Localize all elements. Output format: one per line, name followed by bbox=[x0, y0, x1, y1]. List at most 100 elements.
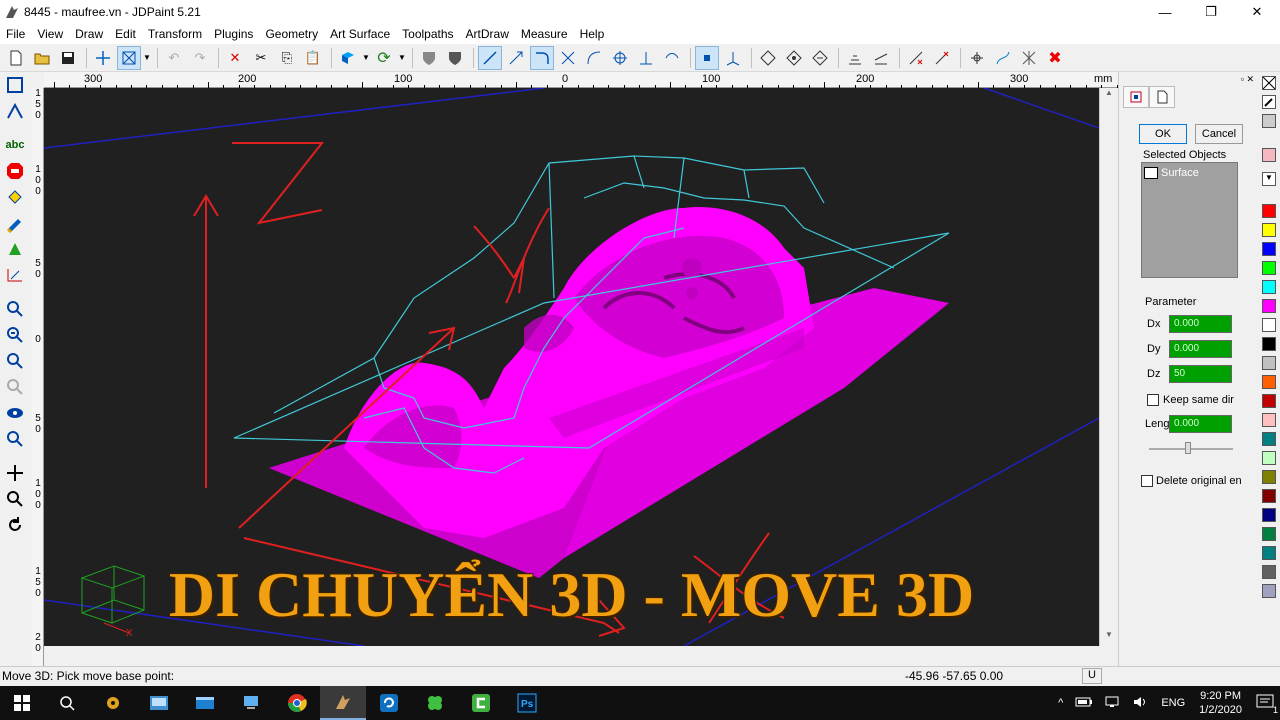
save-icon[interactable] bbox=[56, 46, 80, 70]
curve-edit-icon[interactable] bbox=[991, 46, 1015, 70]
menu-file[interactable]: File bbox=[0, 24, 31, 44]
color-swatch[interactable] bbox=[1262, 584, 1276, 598]
list-item[interactable]: Surface bbox=[1142, 163, 1237, 183]
delete-icon[interactable]: ✕ bbox=[223, 46, 247, 70]
view-eye-icon[interactable] bbox=[1, 400, 29, 426]
network-icon[interactable] bbox=[1105, 696, 1121, 711]
color-swatch[interactable] bbox=[1262, 451, 1276, 465]
menu-view[interactable]: View bbox=[31, 24, 69, 44]
volume-icon[interactable] bbox=[1133, 696, 1149, 711]
zoom-out-icon[interactable] bbox=[1, 348, 29, 374]
color-swatch[interactable] bbox=[1262, 299, 1276, 313]
color-swatch[interactable] bbox=[1262, 413, 1276, 427]
color-swatch[interactable] bbox=[1262, 432, 1276, 446]
tangent-icon[interactable] bbox=[660, 46, 684, 70]
selected-objects-list[interactable]: Surface bbox=[1141, 162, 1238, 278]
3d-viewport[interactable]: X DI CHUYỂN 3D - MOVE 3D bbox=[44, 88, 1099, 646]
color-swatch[interactable] bbox=[1262, 527, 1276, 541]
menu-measure[interactable]: Measure bbox=[515, 24, 574, 44]
photoshop-icon[interactable]: Ps bbox=[504, 686, 550, 720]
file-explorer-icon[interactable] bbox=[136, 686, 182, 720]
color-swatch[interactable] bbox=[1262, 261, 1276, 275]
color-swatch[interactable] bbox=[1262, 148, 1276, 162]
horizontal-scrollbar[interactable] bbox=[44, 646, 1117, 666]
brush-icon[interactable] bbox=[1, 210, 29, 236]
length-input[interactable]: 0.000 bbox=[1169, 415, 1232, 433]
windows-start-icon[interactable] bbox=[0, 686, 44, 720]
dz-input[interactable]: 50 bbox=[1169, 365, 1232, 383]
color-swatch[interactable] bbox=[1262, 318, 1276, 332]
menu-transform[interactable]: Transform bbox=[142, 24, 208, 44]
zoom-in-icon[interactable] bbox=[1, 322, 29, 348]
color-swatch[interactable] bbox=[1262, 375, 1276, 389]
zoom-window-icon[interactable] bbox=[1, 296, 29, 322]
taskbar-clock[interactable]: 9:20 PM 1/2/2020 bbox=[1199, 689, 1242, 717]
axis-icon[interactable] bbox=[721, 46, 745, 70]
undo-icon[interactable]: ↶ bbox=[162, 46, 186, 70]
extend-icon[interactable] bbox=[504, 46, 528, 70]
align-icon[interactable] bbox=[843, 46, 867, 70]
join-icon[interactable] bbox=[930, 46, 954, 70]
settings-gear-icon[interactable] bbox=[90, 686, 136, 720]
pan-icon[interactable] bbox=[1, 460, 29, 486]
trim-icon[interactable] bbox=[556, 46, 580, 70]
node-edit-icon[interactable] bbox=[756, 46, 780, 70]
delete-red-icon[interactable]: ✖ bbox=[1043, 46, 1067, 70]
menu-edit[interactable]: Edit bbox=[109, 24, 142, 44]
color-swatch[interactable] bbox=[1262, 223, 1276, 237]
select-window-icon[interactable] bbox=[117, 45, 141, 70]
stop-icon[interactable] bbox=[1, 158, 29, 184]
zoom-icon[interactable] bbox=[1, 486, 29, 512]
menu-toolpaths[interactable]: Toolpaths bbox=[396, 24, 459, 44]
color-swatch[interactable] bbox=[1262, 546, 1276, 560]
computer-icon[interactable] bbox=[228, 686, 274, 720]
notification-icon[interactable]: 1 bbox=[1256, 694, 1278, 715]
scroll-down-icon[interactable]: ▼ bbox=[1100, 630, 1118, 646]
menu-plugins[interactable]: Plugins bbox=[208, 24, 259, 44]
no-color-icon[interactable] bbox=[1262, 76, 1276, 90]
dy-input[interactable]: 0.000 bbox=[1169, 340, 1232, 358]
new-file-icon[interactable] bbox=[4, 46, 28, 70]
slice-icon[interactable] bbox=[1, 262, 29, 288]
chrome-icon[interactable] bbox=[274, 686, 320, 720]
menu-help[interactable]: Help bbox=[574, 24, 611, 44]
open-folder-icon[interactable] bbox=[30, 46, 54, 70]
panel-close-icon[interactable]: ✕ bbox=[1246, 74, 1254, 85]
paste-icon[interactable]: 📋 bbox=[301, 46, 325, 70]
eyedropper-icon[interactable] bbox=[1262, 95, 1276, 109]
color-swatch[interactable] bbox=[1262, 242, 1276, 256]
node-tool-icon[interactable] bbox=[1, 98, 29, 124]
chevron-down-icon[interactable]: ▼ bbox=[398, 53, 408, 62]
slider-handle[interactable] bbox=[1185, 442, 1191, 454]
rotate-view-icon[interactable] bbox=[1, 512, 29, 538]
color-swatch[interactable] bbox=[1262, 280, 1276, 294]
unit-button[interactable]: U bbox=[1082, 668, 1102, 684]
jdpaint-app-icon[interactable] bbox=[4, 4, 20, 20]
cancel-button[interactable]: Cancel bbox=[1195, 124, 1243, 144]
cut-icon[interactable]: ✂ bbox=[249, 46, 273, 70]
palette-icon[interactable] bbox=[1262, 114, 1276, 128]
tab-object-icon[interactable] bbox=[1123, 86, 1149, 108]
color-swatch[interactable] bbox=[1262, 470, 1276, 484]
menu-art-surface[interactable]: Art Surface bbox=[324, 24, 396, 44]
redo-icon[interactable]: ↷ bbox=[188, 46, 212, 70]
color-swatch[interactable] bbox=[1262, 565, 1276, 579]
snap-point-icon[interactable] bbox=[695, 45, 719, 70]
zoom-prev-icon[interactable] bbox=[1, 374, 29, 400]
chevron-down-icon[interactable]: ▼ bbox=[1262, 172, 1276, 186]
perpendicular-icon[interactable] bbox=[634, 46, 658, 70]
search-icon[interactable] bbox=[44, 686, 90, 720]
break-icon[interactable] bbox=[904, 46, 928, 70]
length-slider[interactable] bbox=[1149, 448, 1233, 450]
fill-icon[interactable] bbox=[1, 184, 29, 210]
close-button[interactable]: ✕ bbox=[1234, 0, 1280, 24]
relief-icon[interactable] bbox=[1, 236, 29, 262]
zoom-all-icon[interactable] bbox=[1, 426, 29, 452]
layer-color-icon[interactable] bbox=[336, 46, 360, 70]
menu-artdraw[interactable]: ArtDraw bbox=[460, 24, 515, 44]
keep-same-dir-checkbox[interactable] bbox=[1147, 394, 1159, 406]
shield-fill-icon[interactable] bbox=[443, 46, 467, 70]
node-delete-icon[interactable] bbox=[808, 46, 832, 70]
text-tool-icon[interactable]: abc bbox=[1, 132, 29, 158]
line-tool-icon[interactable] bbox=[478, 45, 502, 70]
